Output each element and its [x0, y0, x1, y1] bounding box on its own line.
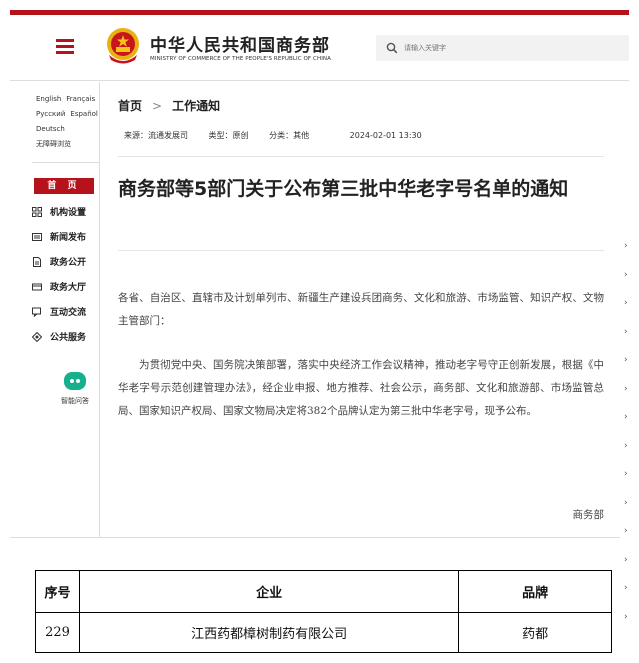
grid-icon [32, 206, 42, 217]
sidebar-item-government-affairs[interactable]: 政务公开 [32, 249, 100, 274]
col-header-index: 序号 [35, 570, 80, 613]
sidebar: English Français Русский Español Deutsch 无… [10, 82, 100, 537]
article-recipients: 各省、自治区、直辖市及计划单列市、新疆生产建设兵团商务、文化和旅游、市场监管、知… [118, 292, 604, 327]
hall-icon [32, 283, 42, 290]
meta-source: 来源：流通发展司 [124, 131, 188, 140]
sidebar-item-public-service[interactable]: 公共服务 [32, 324, 100, 349]
side-chevron-icon[interactable]: › [624, 375, 636, 404]
meta-divider [118, 156, 604, 157]
lang-english[interactable]: English [36, 92, 61, 107]
robot-icon [64, 372, 86, 390]
search-input[interactable] [404, 38, 624, 58]
sidebar-item-interaction[interactable]: 互动交流 [32, 299, 100, 324]
national-emblem-icon [107, 28, 139, 64]
article-meta: 来源：流通发展司 类型：原创 分类：其他 2024-02-01 13:30 [124, 130, 440, 141]
side-chevron-icon[interactable]: › [624, 318, 636, 347]
brand-list-table: 序号 企业 品牌 229 江西药都樟树制药有限公司 药都 [35, 570, 612, 653]
lang-russian[interactable]: Русский [36, 107, 65, 122]
accessibility-link[interactable]: 无障碍浏览 [36, 137, 71, 152]
lang-german[interactable]: Deutsch [36, 122, 65, 137]
breadcrumb-home[interactable]: 首页 [118, 99, 142, 113]
chevron-right-icon: > [152, 99, 163, 113]
sidebar-item-label: 政务大厅 [50, 283, 87, 293]
cell-company: 江西药都樟树制药有限公司 [78, 612, 460, 653]
search-box [376, 35, 629, 61]
sidebar-item-label: 政务公开 [50, 258, 87, 268]
side-chevron-icon[interactable]: › [624, 403, 636, 432]
sidebar-item-organization[interactable]: 机构设置 [32, 199, 100, 224]
sidebar-item-label: 新闻发布 [50, 233, 87, 243]
sidebar-item-label: 机构设置 [50, 208, 87, 218]
meta-date: 2024-02-01 13:30 [349, 131, 422, 140]
side-chevron-icon[interactable]: › [624, 546, 636, 575]
service-icon [32, 331, 42, 342]
sidebar-item-label: 公共服务 [50, 333, 87, 343]
sidebar-item-home[interactable]: 首 页 [34, 178, 94, 194]
section-divider [10, 537, 620, 540]
menu-icon[interactable] [56, 39, 74, 55]
smart-qa-label: 智能问答 [61, 397, 89, 405]
side-chevron-icon[interactable]: › [624, 432, 636, 461]
cell-brand: 药都 [458, 612, 612, 653]
site-subtitle: MINISTRY OF COMMERCE OF THE PEOPLE'S REP… [150, 56, 332, 62]
news-icon [32, 232, 42, 241]
lang-spanish[interactable]: Español [70, 107, 97, 122]
chat-icon [32, 307, 41, 317]
side-chevron-icon[interactable]: › [624, 289, 636, 318]
sidebar-nav: 首 页 机构设置 新闻发布 政务公开 政务大厅 互动交流 公共服务 [32, 178, 100, 349]
sidebar-divider [32, 162, 100, 163]
meta-type: 类型：原创 [208, 131, 249, 140]
language-links: English Français Русский Español Deutsch 无… [36, 92, 108, 152]
side-chevron-icon[interactable]: › [624, 517, 636, 546]
breadcrumb: 首页 > 工作通知 [118, 97, 220, 114]
side-chevron-icon[interactable]: › [624, 574, 636, 603]
article-body: 为贯彻党中央、国务院决策部署，落实中央经济工作会议精神，推动老字号守正创新发展，… [118, 359, 604, 417]
side-chevron-icon[interactable]: › [624, 346, 636, 375]
col-header-company: 企业 [78, 570, 460, 613]
document-icon [33, 256, 41, 267]
search-icon[interactable] [386, 42, 398, 54]
meta-category: 分类：其他 [269, 131, 310, 140]
side-chevron-icon[interactable]: › [624, 603, 636, 632]
title-divider [118, 250, 604, 251]
sidebar-item-label: 互动交流 [50, 308, 87, 318]
smart-qa[interactable]: 智能问答 [50, 372, 100, 406]
side-chevron-icon[interactable]: › [624, 489, 636, 518]
right-side-tools: › › › › › › › › › › › › › › [624, 232, 636, 631]
article-signature: 商务部 [572, 509, 605, 521]
col-header-brand: 品牌 [458, 570, 612, 613]
table-row: 229 江西药都樟树制药有限公司 药都 [35, 612, 612, 653]
cell-index: 229 [35, 612, 80, 653]
side-chevron-icon[interactable]: › [624, 261, 636, 290]
site-header: 中华人民共和国商务部 MINISTRY OF COMMERCE OF THE P… [10, 15, 629, 81]
table-header-row: 序号 企业 品牌 [35, 570, 612, 613]
article-title: 商务部等5部门关于公布第三批中华老字号名单的通知 [118, 178, 569, 200]
lang-french[interactable]: Français [66, 92, 95, 107]
sidebar-item-news[interactable]: 新闻发布 [32, 224, 100, 249]
sidebar-item-service-hall[interactable]: 政务大厅 [32, 274, 100, 299]
breadcrumb-current[interactable]: 工作通知 [172, 99, 220, 113]
side-chevron-icon[interactable]: › [624, 232, 636, 261]
side-chevron-icon[interactable]: › [624, 460, 636, 489]
site-title[interactable]: 中华人民共和国商务部 [150, 31, 330, 56]
